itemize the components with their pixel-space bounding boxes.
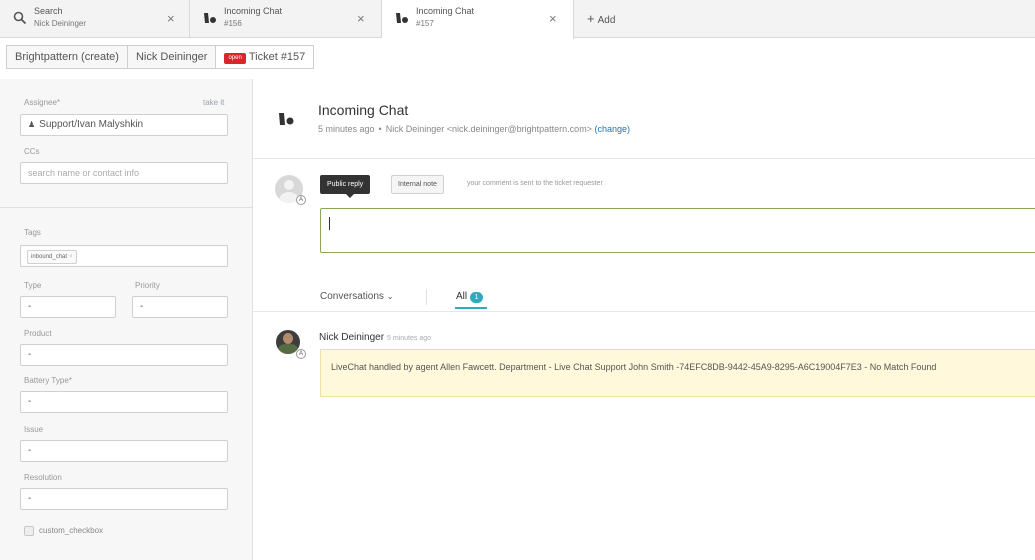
close-icon[interactable]: × [357, 11, 365, 26]
text-caret [329, 217, 330, 230]
ticket-properties-sidebar: Assignee* take it ♟ Support/Ivan Malyshki… [0, 79, 253, 560]
tag-chip-label: inbound_chat [31, 254, 68, 260]
count-badge: 1 [470, 292, 484, 303]
tab-search[interactable]: Search Nick Deininger × [0, 0, 190, 38]
status-badge: open [224, 53, 246, 64]
assignee-value: Support/Ivan Malyshkin [39, 119, 144, 130]
add-tab-button[interactable]: + Add [587, 11, 615, 26]
conversation-divider [253, 311, 1035, 312]
org-tab[interactable]: Brightpattern (create) [6, 45, 127, 69]
top-tab-bar: Search Nick Deininger × Incoming Chat #1… [0, 0, 1035, 39]
ccs-input[interactable]: search name or contact info [20, 162, 228, 184]
tags-label: Tags [24, 228, 41, 237]
all-label: All [456, 291, 468, 302]
public-reply-button[interactable]: Public reply [320, 175, 371, 198]
assignee-label: Assignee* [24, 98, 61, 107]
tag-chip[interactable]: inbound_chat × [27, 250, 77, 264]
tags-field[interactable]: inbound_chat × [20, 245, 228, 267]
ticket-breadcrumb: Brightpattern (create) Nick Deininger op… [6, 45, 315, 69]
sidebar-divider [0, 207, 252, 208]
tab-title: Incoming Chat [224, 6, 283, 16]
close-icon[interactable]: × [549, 11, 557, 26]
conversations-label: Conversations [320, 291, 384, 302]
tab-separator [426, 289, 427, 305]
tab-title: Search [34, 6, 63, 16]
take-it-link[interactable]: take it [203, 98, 224, 107]
tab-subtitle: #156 [224, 19, 242, 28]
tab-subtitle: Nick Deininger [34, 19, 87, 28]
close-icon[interactable]: × [167, 11, 175, 26]
change-requester-link[interactable]: (change) [594, 124, 630, 134]
comment-body: LiveChat handled by agent Allen Fawcett.… [320, 349, 1035, 397]
tab-incoming-chat-156[interactable]: Incoming Chat #156 × [190, 0, 382, 38]
tab-subtitle: #157 [416, 19, 434, 28]
tab-all[interactable]: All 1 [456, 291, 484, 303]
user-icon: ♟ [28, 120, 36, 129]
ticket-requester: Nick Deininger <nick.deininger@brightpat… [385, 124, 592, 134]
avatar-face [283, 333, 293, 344]
chevron-down-icon: ⌄ [386, 292, 394, 301]
ccs-label: CCs [24, 147, 40, 156]
custom-checkbox-label: custom_checkbox [39, 526, 104, 535]
agent-badge-icon: A [296, 195, 306, 205]
avatar-head [284, 180, 294, 190]
resolution-select[interactable]: - [20, 488, 228, 510]
resolution-label: Resolution [24, 473, 62, 482]
add-tab-label: Add [597, 15, 616, 26]
close-icon[interactable]: × [69, 254, 73, 260]
type-select[interactable]: - [20, 296, 116, 318]
separator-dot: • [378, 124, 382, 134]
plus-icon: + [587, 11, 595, 26]
ticket-time: 5 minutes ago [318, 124, 375, 134]
ticket-tab[interactable]: open Ticket #157 [215, 45, 315, 69]
search-icon [13, 11, 27, 25]
user-badge-icon: A [296, 349, 306, 359]
chat-icon [204, 13, 216, 23]
chat-icon [279, 113, 294, 125]
conversations-dropdown[interactable]: Conversations ⌄ [320, 291, 394, 302]
battery-type-label: Battery Type* [24, 376, 72, 385]
tab-incoming-chat-157[interactable]: Incoming Chat #157 × [382, 0, 574, 39]
header-divider [253, 158, 1035, 159]
product-select[interactable]: - [20, 344, 228, 366]
assignee-field[interactable]: ♟ Support/Ivan Malyshkin [20, 114, 228, 136]
battery-type-select[interactable]: - [20, 391, 228, 413]
custom-checkbox[interactable] [24, 526, 34, 536]
ticket-meta: 5 minutes ago • Nick Deininger <nick.deini… [318, 124, 630, 134]
ticket-title: Incoming Chat [318, 102, 409, 118]
composer-hint: your comment is sent to the ticket reque… [467, 180, 603, 187]
ticket-tab-label: Ticket #157 [248, 51, 306, 63]
priority-label: Priority [135, 281, 160, 290]
user-tab[interactable]: Nick Deininger [126, 45, 216, 69]
type-label: Type [24, 281, 42, 290]
avatar-shoulders [278, 344, 298, 354]
priority-select[interactable]: - [132, 296, 228, 318]
issue-select[interactable]: - [20, 440, 228, 462]
comment-textarea[interactable] [320, 208, 1035, 253]
comment-header: Nick Deininger 5 minutes ago [319, 332, 431, 343]
internal-note-button[interactable]: Internal note [391, 175, 444, 194]
comment-time: 5 minutes ago [387, 335, 432, 342]
issue-label: Issue [24, 425, 44, 434]
chat-icon [396, 13, 408, 23]
active-tab-underline [455, 307, 487, 309]
comment-author[interactable]: Nick Deininger [319, 332, 384, 343]
product-label: Product [24, 329, 52, 338]
tab-title: Incoming Chat [416, 6, 475, 16]
